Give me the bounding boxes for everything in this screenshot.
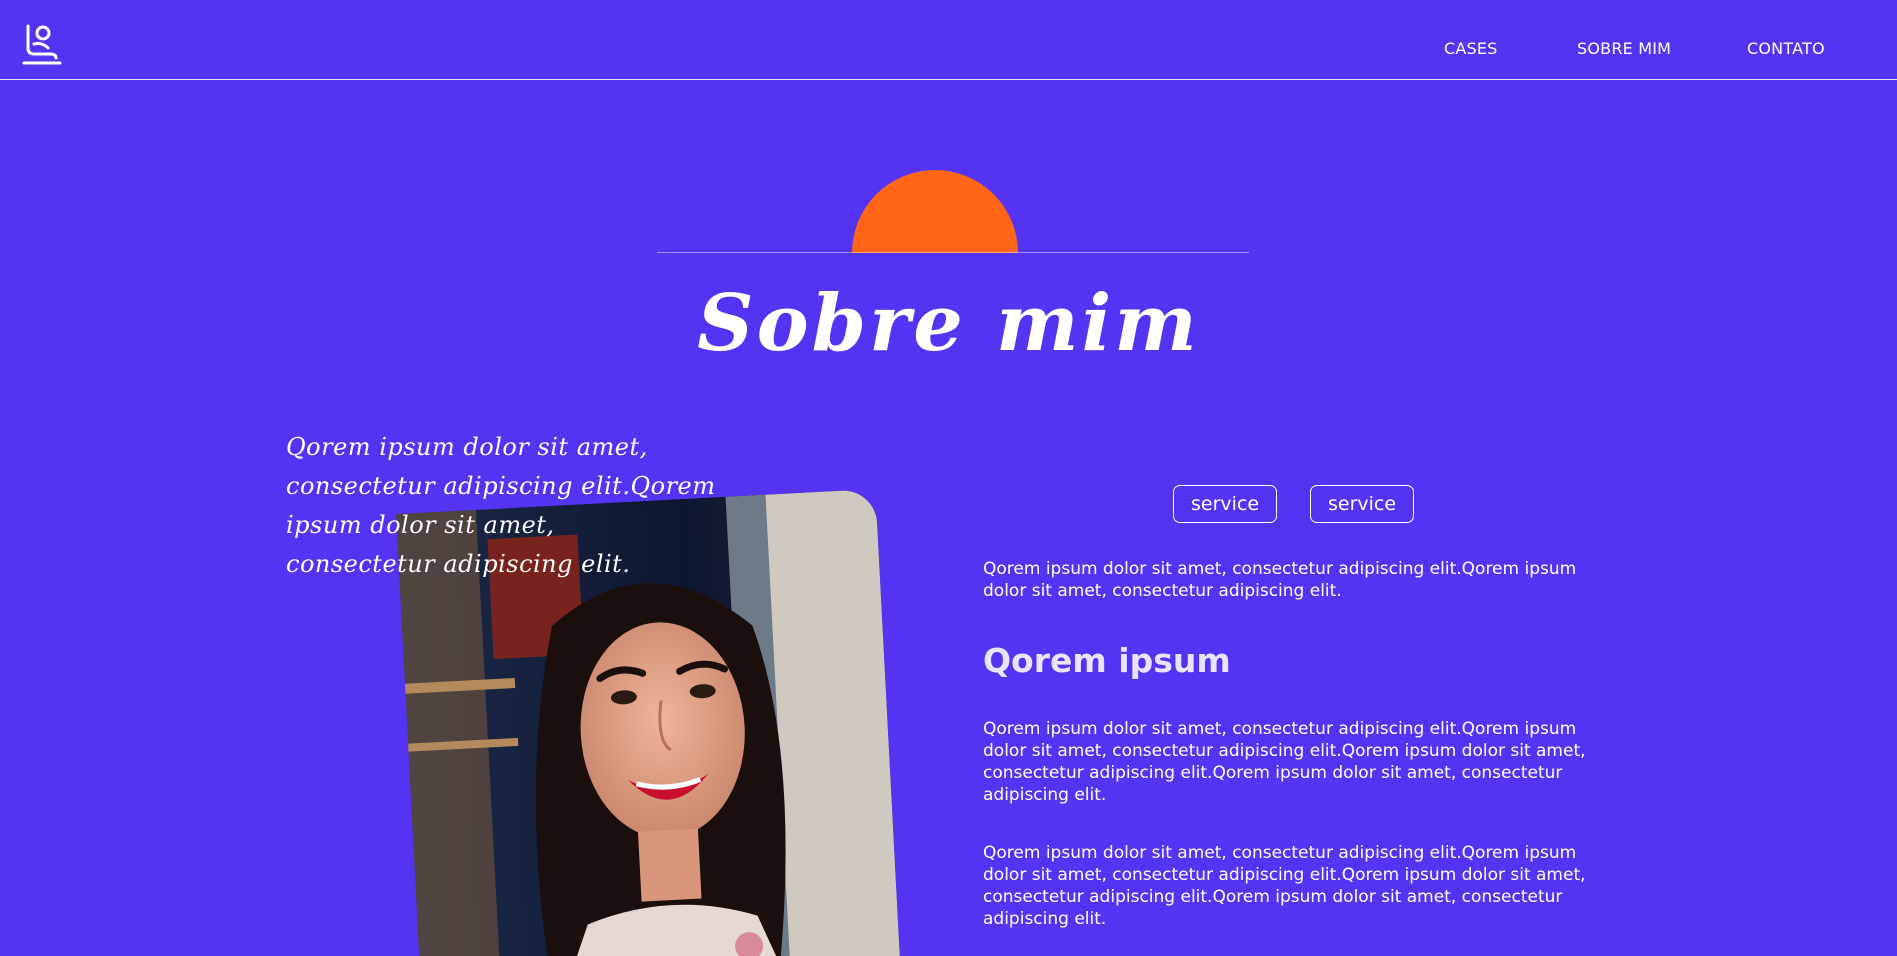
handwritten-line: consectetur adipiscing elit.Qorem [286, 472, 716, 500]
handwritten-quote: Qorem ipsum dolor sit amet, consectetur … [286, 428, 826, 584]
page: CASES SOBRE MIM CONTATO Sobre mim Qorem … [0, 0, 1897, 956]
page-title: Sobre mim [697, 278, 1200, 369]
sun-semicircle [852, 170, 1018, 253]
nav-link-contato[interactable]: CONTATO [1747, 38, 1825, 60]
horizon-line [657, 252, 1249, 253]
nav-link-sobre-mim[interactable]: SOBRE MIM [1577, 38, 1671, 60]
handwritten-line: Qorem ipsum dolor sit amet, [286, 433, 648, 461]
intro-paragraph: Qorem ipsum dolor sit amet, consectetur … [983, 559, 1577, 601]
body-paragraph: Qorem ipsum dolor sit amet, consectetur … [983, 719, 1586, 805]
handwritten-line: ipsum dolor sit amet, [286, 511, 555, 539]
nav-link-cases[interactable]: CASES [1444, 38, 1498, 60]
handwritten-line: consectetur adipiscing elit. [286, 550, 631, 578]
body-paragraph: Qorem ipsum dolor sit amet, consectetur … [983, 843, 1586, 929]
section-subheading: Qorem ipsum [983, 641, 1231, 680]
site-header: CASES SOBRE MIM CONTATO [0, 0, 1897, 80]
service-chip[interactable]: service [1173, 485, 1278, 523]
service-chip[interactable]: service [1310, 485, 1415, 523]
main-nav: CASES SOBRE MIM CONTATO [0, 38, 1897, 60]
